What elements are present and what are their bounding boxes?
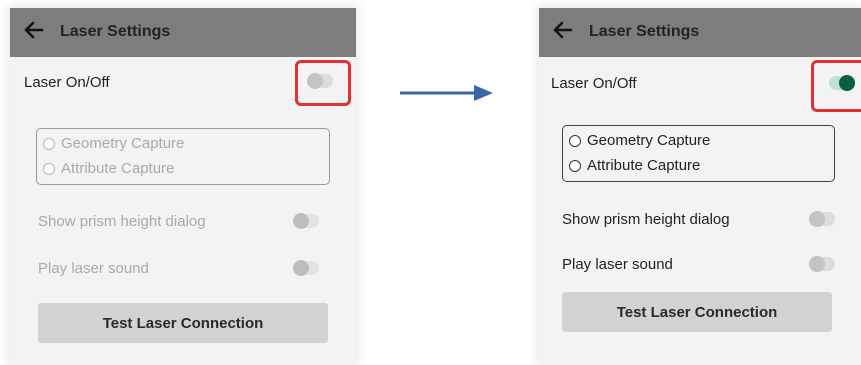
toggle-knob [307, 73, 323, 89]
laser-settings-panel-before: Laser Settings Laser On/Off Geometry Cap… [10, 8, 356, 365]
radio-attribute-capture[interactable]: Attribute Capture [569, 157, 700, 174]
prism-height-label: Show prism height dialog [38, 213, 206, 230]
page-title: Laser Settings [60, 23, 171, 40]
laser-toggle-label: Laser On/Off [24, 74, 110, 91]
laser-toggle[interactable] [829, 75, 855, 91]
prism-height-toggle[interactable] [809, 211, 835, 227]
radio-circle-icon [43, 162, 55, 175]
radio-label: Attribute Capture [587, 157, 701, 174]
radio-geometry-capture[interactable]: Geometry Capture [569, 132, 710, 149]
capture-mode-radio-group: Geometry Capture Attribute Capture [36, 128, 330, 185]
laser-sound-label: Play laser sound [38, 260, 149, 277]
laser-sound-toggle[interactable] [293, 260, 319, 276]
capture-mode-radio-group: Geometry Capture Attribute Capture [562, 125, 835, 182]
prism-height-toggle[interactable] [293, 213, 319, 229]
radio-label: Attribute Capture [61, 160, 175, 177]
laser-sound-label: Play laser sound [562, 256, 673, 273]
app-header: Laser Settings [539, 8, 861, 57]
laser-toggle-label: Laser On/Off [551, 75, 637, 92]
test-laser-connection-button[interactable]: Test Laser Connection [38, 303, 328, 343]
radio-circle-icon [569, 134, 581, 147]
laser-sound-toggle[interactable] [809, 256, 835, 272]
toggle-knob [293, 260, 309, 276]
radio-label: Geometry Capture [587, 132, 711, 149]
page-title: Laser Settings [589, 23, 700, 40]
toggle-knob [809, 256, 825, 272]
radio-geometry-capture[interactable]: Geometry Capture [43, 135, 184, 152]
toggle-knob [839, 75, 855, 91]
back-arrow-icon[interactable] [551, 18, 575, 42]
radio-circle-icon [43, 137, 55, 150]
toggle-knob [809, 211, 825, 227]
radio-attribute-capture[interactable]: Attribute Capture [43, 160, 174, 177]
prism-height-label: Show prism height dialog [562, 211, 730, 228]
app-header: Laser Settings [10, 8, 356, 57]
laser-toggle[interactable] [307, 73, 333, 89]
laser-settings-panel-after: Laser Settings Laser On/Off Geometry Cap… [539, 8, 861, 365]
radio-circle-icon [569, 159, 581, 172]
test-laser-connection-button[interactable]: Test Laser Connection [562, 292, 832, 332]
toggle-knob [293, 213, 309, 229]
radio-label: Geometry Capture [61, 135, 185, 152]
right-arrow-icon [400, 85, 493, 101]
back-arrow-icon[interactable] [22, 18, 46, 42]
